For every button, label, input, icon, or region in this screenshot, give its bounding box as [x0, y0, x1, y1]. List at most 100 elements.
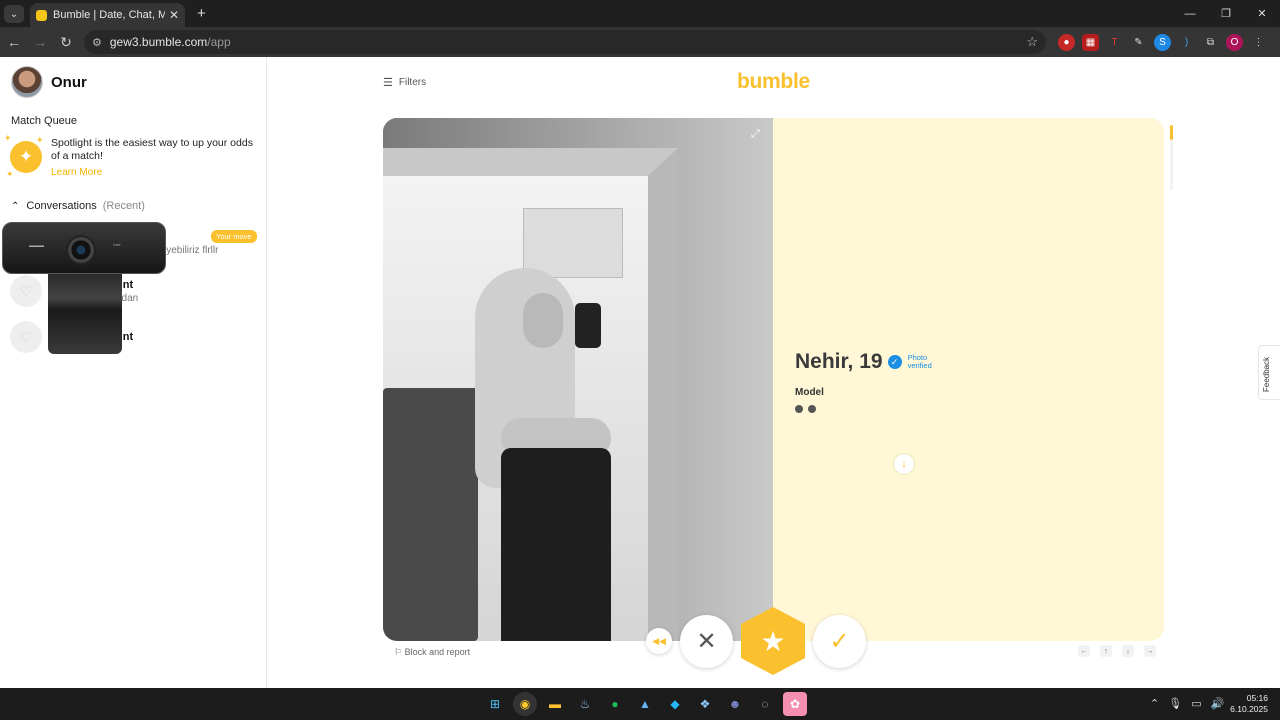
sparkle-icon: ✦ — [4, 133, 12, 143]
url-path: /app — [207, 35, 231, 49]
spotlight-icon[interactable]: ✦ ✦ ✦ ✦ — [4, 133, 44, 179]
photo-person-top — [501, 448, 611, 641]
minimize-icon[interactable]: — — [1172, 0, 1208, 27]
chrome-menu-icon[interactable]: ⋮ — [1250, 34, 1267, 51]
bumble-favicon-icon — [36, 9, 47, 21]
new-tab-icon[interactable]: + — [197, 5, 206, 22]
discord-icon[interactable]: ☻ — [723, 692, 747, 716]
webcam-stand — [48, 274, 122, 354]
close-window-icon[interactable]: ✕ — [1244, 0, 1280, 27]
extension-wave-icon[interactable]: ) — [1178, 34, 1195, 51]
scrollbar-track[interactable] — [1170, 140, 1173, 190]
steam-icon[interactable]: ♨ — [573, 692, 597, 716]
arrow-left-key-icon: ← — [1078, 645, 1090, 657]
extension-calendar-icon[interactable]: ▦ — [1082, 33, 1099, 51]
webcam-lens — [66, 235, 96, 265]
extensions-puzzle-icon[interactable]: ⧉ — [1202, 34, 1219, 51]
browser-tab[interactable]: Bumble | Date, Chat, Meet New ✕ — [30, 3, 185, 27]
extension-tp-icon[interactable]: T — [1106, 34, 1123, 51]
conversations-toggle[interactable]: ⌃ Conversations (Recent) — [11, 200, 145, 212]
address-bar[interactable]: ⚙ gew3.bumble.com/app ☆ — [84, 30, 1046, 54]
like-button[interactable]: ✓ — [813, 615, 866, 668]
verified-check-icon[interactable]: ✓ — [887, 355, 902, 369]
user-name: Onur — [51, 73, 87, 91]
sparkle-icon: ✦ — [36, 135, 44, 145]
profile-avatar-icon[interactable]: O — [1226, 33, 1243, 51]
profile-details: Nehir, 19 ✓ Photo verified Model — [795, 350, 932, 413]
block-report-link[interactable]: ⚐ Block and report — [394, 647, 470, 658]
webcam-overlay: ▬▬▬ ◦◦◦ — [0, 222, 166, 357]
profile-name-age: Nehir, 19 — [795, 350, 883, 373]
site-info-icon[interactable]: ⚙ — [92, 36, 102, 49]
extension-shazam-icon[interactable]: S — [1154, 33, 1171, 51]
bookmark-star-icon[interactable]: ☆ — [1026, 34, 1038, 50]
rewind-button[interactable]: ◀◀ — [646, 628, 672, 654]
sliders-icon: ☰ — [383, 77, 393, 89]
arrow-right-key-icon: → — [1144, 645, 1156, 657]
webcam-body: ▬▬▬ ◦◦◦ — [2, 222, 166, 274]
extension-red-icon[interactable]: ● — [1058, 33, 1075, 51]
keyboard-hints: ← ↑ ↓ → — [1078, 645, 1156, 657]
spotlight-text-block: Spotlight is the easiest way to up your … — [51, 137, 256, 179]
browser-titlebar: ⌄ Bumble | Date, Chat, Meet New ✕ + — ❐ … — [0, 0, 1280, 27]
scroll-down-icon[interactable]: ↓ — [893, 453, 915, 475]
taskbar-clock[interactable]: 05:16 6.10.2025 — [1228, 693, 1268, 715]
star-icon: ★ — [760, 625, 786, 657]
user-profile[interactable]: Onur — [11, 66, 87, 98]
window-controls: — ❐ ✕ — [1172, 0, 1280, 27]
expand-photo-icon[interactable]: ⤢ — [751, 128, 760, 141]
app-pink-icon[interactable]: ✿ — [783, 692, 807, 716]
chrome-icon[interactable]: ◉ — [513, 692, 537, 716]
photos-icon[interactable]: ▲ — [633, 692, 657, 716]
network-icon[interactable]: ▭ — [1191, 697, 1201, 710]
app-circle-icon[interactable]: ◌ — [753, 692, 777, 716]
spotify-icon[interactable]: ● — [603, 692, 627, 716]
block-report-label: Block and report — [404, 647, 471, 657]
conversations-heading: Conversations — [26, 200, 97, 212]
chevron-up-icon: ⌃ — [11, 200, 20, 212]
photo-sofa — [383, 388, 478, 641]
photo-window — [523, 208, 623, 278]
app-blue-icon[interactable]: ◆ — [663, 692, 687, 716]
avatar[interactable] — [11, 66, 43, 98]
filters-button[interactable]: ☰ Filters — [383, 76, 426, 89]
extensions-bar: ● ▦ T ✎ S ) ⧉ O ⋮ — [1058, 33, 1267, 51]
volume-icon[interactable]: 🔊 — [1211, 697, 1225, 710]
recent-label: (Recent) — [102, 200, 145, 212]
taskbar: ⊞ ◉ ▬ ♨ ● ▲ ◆ ❖ ☻ ◌ ✿ ⌃ 🎙 ▭ 🔊 05:16 6.10… — [0, 688, 1280, 720]
app-network-icon[interactable]: ❖ — [693, 692, 717, 716]
scrollbar-thumb[interactable] — [1170, 125, 1173, 140]
browser-toolbar: ← → ↻ ⚙ gew3.bumble.com/app ☆ ● ▦ T ✎ S … — [0, 27, 1280, 57]
microphone-icon[interactable]: 🎙 — [1168, 697, 1182, 710]
reload-icon[interactable]: ↻ — [54, 30, 78, 54]
windows-start-icon[interactable]: ⊞ — [483, 692, 507, 716]
photo-verified-label: Photo verified — [908, 354, 932, 370]
webcam-model-mark: ▬▬▬ — [29, 243, 44, 249]
profile-photo[interactable]: ⤢ — [383, 118, 773, 641]
badge-icons — [795, 405, 932, 413]
filters-label: Filters — [398, 77, 427, 88]
clock-time: 05:16 — [1246, 693, 1268, 703]
info-badge-icon — [808, 405, 816, 413]
close-tab-icon[interactable]: ✕ — [169, 8, 179, 22]
webcam-brand-mark: ◦◦◦ — [113, 242, 121, 249]
restore-icon[interactable]: ❐ — [1208, 0, 1244, 27]
spotlight-description: Spotlight is the easiest way to up your … — [51, 137, 253, 162]
spotlight-promo[interactable]: ✦ ✦ ✦ ✦ Spotlight is the easiest way to … — [4, 133, 256, 179]
forward-icon[interactable]: → — [28, 30, 52, 54]
extension-pen-icon[interactable]: ✎ — [1130, 34, 1147, 51]
learn-more-link[interactable]: Learn More — [51, 166, 256, 179]
last-message: iyebiliriz flrllr — [164, 244, 219, 256]
photo-phone — [575, 303, 601, 348]
arrow-up-key-icon: ↑ — [1100, 645, 1112, 657]
clock-date: 6.10.2025 — [1230, 704, 1268, 714]
pass-button[interactable]: ✕ — [680, 615, 733, 668]
occupation: Model — [795, 387, 824, 398]
feedback-tab[interactable]: Feedback — [1258, 345, 1280, 400]
bumble-logo[interactable]: bumble — [737, 70, 810, 94]
tab-search-icon[interactable]: ⌄ — [4, 5, 24, 23]
file-explorer-icon[interactable]: ▬ — [543, 692, 567, 716]
back-icon[interactable]: ← — [2, 30, 26, 54]
tray-chevron-icon[interactable]: ⌃ — [1150, 697, 1159, 710]
match-queue-heading: Match Queue — [11, 115, 78, 127]
